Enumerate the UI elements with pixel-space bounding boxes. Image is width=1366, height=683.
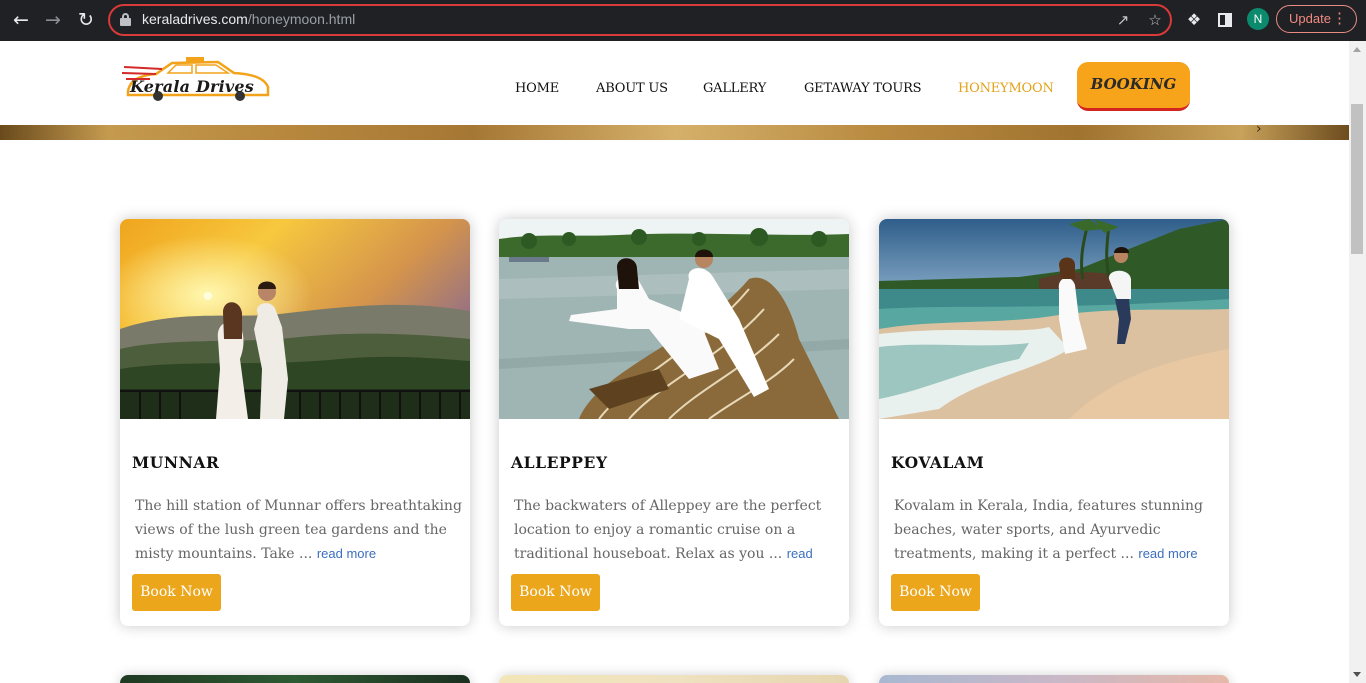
destination-card-alleppey: ALLEPPEY The backwaters of Alleppey are … — [499, 219, 849, 626]
back-icon[interactable]: ← — [8, 8, 34, 34]
update-button[interactable]: Update ⋮ — [1276, 5, 1357, 33]
card-description: The hill station of Munnar offers breath… — [135, 495, 465, 567]
book-now-button[interactable]: Book Now — [132, 574, 221, 611]
card-title: MUNNAR — [132, 453, 220, 472]
next-card-image — [499, 675, 849, 683]
nav-honeymoon[interactable]: HONEYMOON — [958, 81, 1054, 96]
page-scrollbar[interactable] — [1349, 41, 1366, 683]
site-header: Kerala Drives HOME ABOUT US GALLERY GETA… — [0, 41, 1349, 125]
destination-card-kovalam: KOVALAM Kovalam in Kerala, India, featur… — [879, 219, 1229, 626]
site-logo[interactable]: Kerala Drives — [121, 57, 270, 103]
munnar-photo — [120, 219, 470, 419]
share-icon[interactable]: ↗ — [1114, 11, 1132, 29]
url-path: /honeymoon.html — [247, 11, 356, 27]
card-text-body: The backwaters of Alleppey are the perfe… — [514, 498, 822, 562]
scroll-up-icon[interactable] — [1353, 47, 1361, 52]
nav-home[interactable]: HOME — [515, 81, 559, 96]
nav-getaway-tours[interactable]: GETAWAY TOURS — [804, 81, 922, 96]
url-domain: keraladrives.com — [142, 11, 248, 27]
book-now-button[interactable]: Book Now — [511, 574, 600, 611]
card-description: Kovalam in Kerala, India, features stunn… — [894, 495, 1224, 567]
update-label: Update — [1289, 11, 1331, 26]
star-icon[interactable]: ☆ — [1146, 11, 1164, 29]
booking-button[interactable]: BOOKING — [1077, 62, 1190, 111]
nav-about-us[interactable]: ABOUT US — [596, 81, 668, 96]
card-title: KOVALAM — [891, 453, 985, 472]
address-bar[interactable]: keraladrives.com/honeymoon.html ↗ ☆ — [108, 4, 1172, 36]
logo-text: Kerala Drives — [130, 77, 255, 96]
banner-image: › — [0, 121, 1349, 140]
next-card-image — [879, 675, 1229, 683]
sidepanel-icon[interactable] — [1214, 9, 1236, 31]
forward-icon[interactable]: → — [40, 8, 66, 34]
read-more-link[interactable]: read more — [317, 546, 376, 561]
lock-icon[interactable] — [120, 13, 131, 26]
menu-icon[interactable]: ⋮ — [1332, 6, 1347, 32]
chevron-right-icon[interactable]: › — [1256, 121, 1262, 137]
browser-toolbar: ← → ↻ keraladrives.com/honeymoon.html ↗ … — [0, 0, 1366, 41]
scroll-down-icon[interactable] — [1353, 672, 1361, 677]
card-title: ALLEPPEY — [511, 453, 608, 472]
reload-icon[interactable]: ↻ — [73, 8, 99, 34]
nav-gallery[interactable]: GALLERY — [703, 81, 766, 96]
profile-avatar[interactable]: N — [1247, 8, 1269, 30]
book-now-button[interactable]: Book Now — [891, 574, 980, 611]
card-text-body: The hill station of Munnar offers breath… — [135, 498, 462, 562]
next-card-image — [120, 675, 470, 683]
alleppey-photo — [499, 219, 849, 419]
extensions-icon[interactable]: ❖ — [1183, 9, 1205, 31]
kovalam-photo — [879, 219, 1229, 419]
destination-card-munnar: MUNNAR The hill station of Munnar offers… — [120, 219, 470, 626]
read-more-link[interactable]: read more — [1138, 546, 1197, 561]
url-text[interactable]: keraladrives.com/honeymoon.html — [142, 11, 355, 27]
scrollbar-thumb[interactable] — [1351, 104, 1363, 254]
